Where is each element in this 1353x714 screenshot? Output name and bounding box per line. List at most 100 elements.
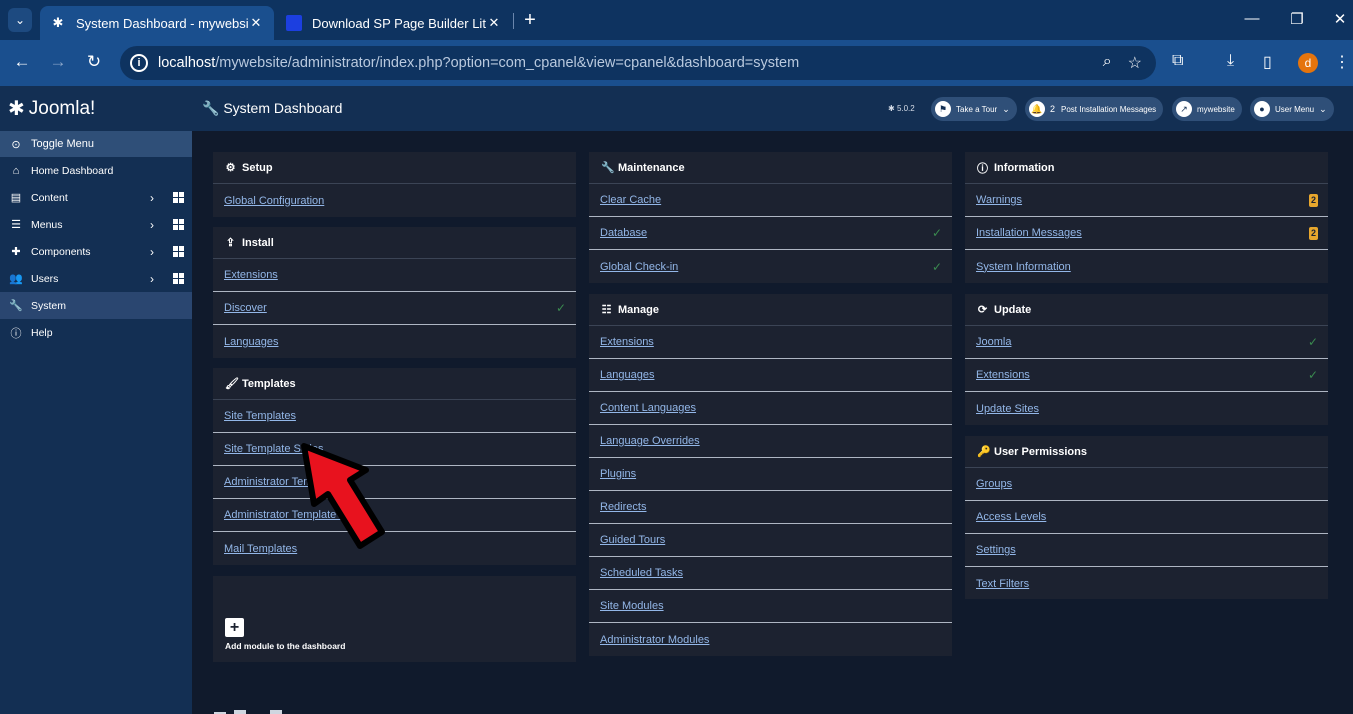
sidebar-item-system[interactable]: 🔧 System bbox=[0, 292, 192, 319]
content-languages-link[interactable]: Content Languages bbox=[600, 402, 696, 414]
sidebar-item-home-dashboard[interactable]: ⌂ Home Dashboard bbox=[0, 157, 192, 184]
module-header: ☷ Manage bbox=[589, 294, 952, 326]
site-modules-link[interactable]: Site Modules bbox=[600, 600, 664, 612]
wrench-icon: 🔧 bbox=[601, 162, 615, 174]
update-joomla-link[interactable]: Joomla bbox=[976, 336, 1011, 348]
sidebar-item-components[interactable]: ✚ Components › bbox=[0, 238, 192, 265]
plugins-link[interactable]: Plugins bbox=[600, 468, 636, 480]
system-information-link[interactable]: System Information bbox=[976, 261, 1071, 273]
mail-templates-link[interactable]: Mail Templates bbox=[224, 543, 297, 555]
sidebar-item-help[interactable]: ⓘ Help bbox=[0, 319, 192, 346]
database-link[interactable]: Database bbox=[600, 227, 647, 239]
dashboard-grid-icon[interactable] bbox=[173, 246, 184, 257]
administrator-modules-link[interactable]: Administrator Modules bbox=[600, 634, 709, 646]
installation-messages-link[interactable]: Installation Messages bbox=[976, 227, 1082, 239]
signpost-icon: ⚑ bbox=[935, 101, 951, 117]
key-icon: 🔑 bbox=[977, 446, 991, 458]
user-menu-button[interactable]: ● User Menu ⌄ bbox=[1250, 97, 1334, 121]
download-icon[interactable]: ⤓ bbox=[1227, 52, 1234, 70]
sidebar-item-content[interactable]: ▤ Content › bbox=[0, 184, 192, 211]
redirects-link[interactable]: Redirects bbox=[600, 501, 646, 513]
browser-tab-inactive[interactable]: Download SP Page Builder Lite ✕ bbox=[276, 6, 512, 40]
clear-cache-link[interactable]: Clear Cache bbox=[600, 194, 661, 206]
close-window-icon[interactable]: ✕ bbox=[1330, 10, 1350, 28]
list-item: Administrator Template Styles bbox=[213, 499, 576, 532]
gear-icon: ⚙ bbox=[225, 162, 236, 174]
extensions-puzzle-icon[interactable]: ⧉ bbox=[1172, 52, 1183, 70]
plus-icon[interactable]: + bbox=[225, 618, 244, 637]
profile-avatar[interactable]: d bbox=[1298, 53, 1318, 73]
chevron-right-icon[interactable]: › bbox=[150, 218, 154, 232]
list-item: Redirects bbox=[589, 491, 952, 524]
update-sites-link[interactable]: Update Sites bbox=[976, 403, 1039, 415]
more-menu-icon[interactable]: ⋮ bbox=[1334, 52, 1350, 72]
tab-title: System Dashboard - mywebsite bbox=[76, 15, 248, 31]
module-header: 🔧 Maintenance bbox=[589, 152, 952, 184]
address-bar[interactable]: i localhost/mywebsite/administrator/inde… bbox=[120, 46, 1156, 80]
forward-icon[interactable]: → bbox=[47, 52, 69, 72]
list-item: Text Filters bbox=[965, 567, 1328, 600]
site-templates-link[interactable]: Site Templates bbox=[224, 410, 296, 422]
add-module-card[interactable]: + Add module to the dashboard bbox=[213, 576, 576, 662]
discover-link[interactable]: Discover bbox=[224, 302, 267, 314]
manage-extensions-link[interactable]: Extensions bbox=[600, 336, 654, 348]
sidebar-item-menus[interactable]: ☰ Menus › bbox=[0, 211, 192, 238]
view-site-button[interactable]: ↗ mywebsite bbox=[1172, 97, 1242, 121]
list-item: Joomla ✓ bbox=[965, 326, 1328, 359]
tab-search-chevron-icon[interactable]: ⌄ bbox=[8, 8, 32, 32]
update-extensions-link[interactable]: Extensions bbox=[976, 369, 1030, 381]
toggle-icon: ⊙ bbox=[11, 138, 21, 151]
url-text[interactable]: localhost/mywebsite/administrator/index.… bbox=[158, 55, 799, 71]
sidebar-item-label: Menus bbox=[31, 218, 63, 231]
list-item: Groups bbox=[965, 468, 1328, 501]
close-tab-icon[interactable]: ✕ bbox=[248, 15, 264, 31]
sidebar-item-users[interactable]: 👥 Users › bbox=[0, 265, 192, 292]
chevron-right-icon[interactable]: › bbox=[150, 245, 154, 259]
scheduled-tasks-link[interactable]: Scheduled Tasks bbox=[600, 567, 683, 579]
language-overrides-link[interactable]: Language Overrides bbox=[600, 435, 700, 447]
dashboard-grid-icon[interactable] bbox=[173, 273, 184, 284]
toggle-menu[interactable]: ⊙ Toggle Menu bbox=[0, 131, 192, 157]
manage-languages-link[interactable]: Languages bbox=[600, 369, 654, 381]
bookmark-star-icon[interactable]: ☆ bbox=[1128, 53, 1142, 73]
reload-icon[interactable]: ↻ bbox=[83, 52, 105, 72]
list-item: Language Overrides bbox=[589, 425, 952, 458]
text-filters-link[interactable]: Text Filters bbox=[976, 578, 1029, 590]
logo-text: Joomla! bbox=[28, 97, 96, 119]
chevron-right-icon[interactable]: › bbox=[150, 191, 154, 205]
list-item: Administrator Templates bbox=[213, 466, 576, 499]
list-item: Content Languages bbox=[589, 392, 952, 425]
post-installation-messages-button[interactable]: 🔔 2 Post Installation Messages bbox=[1025, 97, 1164, 121]
dashboard-grid-icon[interactable] bbox=[173, 192, 184, 203]
info-icon: ⓘ bbox=[977, 162, 988, 175]
install-extensions-link[interactable]: Extensions bbox=[224, 269, 278, 281]
templates-module: 🖌 Templates Site Templates Site Template … bbox=[213, 368, 576, 565]
browser-tab-active[interactable]: ✱ System Dashboard - mywebsite ✕ bbox=[40, 6, 274, 40]
page-title: 🔧 System Dashboard bbox=[202, 100, 343, 116]
site-info-icon[interactable]: i bbox=[130, 54, 148, 72]
guided-tours-link[interactable]: Guided Tours bbox=[600, 534, 665, 546]
global-check-in-link[interactable]: Global Check-in bbox=[600, 261, 678, 273]
maintenance-module: 🔧 Maintenance Clear Cache Database ✓ Globa… bbox=[589, 152, 952, 283]
back-icon[interactable]: ← bbox=[11, 52, 33, 72]
side-panel-icon[interactable]: ▯ bbox=[1263, 52, 1272, 72]
list-item: Settings bbox=[965, 534, 1328, 567]
sidebar-item-label: Components bbox=[31, 245, 91, 258]
access-levels-link[interactable]: Access Levels bbox=[976, 511, 1046, 523]
joomla-logo[interactable]: ✱ Joomla! bbox=[0, 86, 192, 131]
zoom-icon[interactable]: ⌕ bbox=[1103, 53, 1112, 73]
chevron-right-icon[interactable]: › bbox=[150, 272, 154, 286]
take-tour-button[interactable]: ⚑ Take a Tour ⌄ bbox=[931, 97, 1017, 121]
tab-separator bbox=[513, 13, 514, 29]
dashboard-grid-icon[interactable] bbox=[173, 219, 184, 230]
partial-content-edge bbox=[214, 710, 282, 714]
install-languages-link[interactable]: Languages bbox=[224, 336, 278, 348]
settings-link[interactable]: Settings bbox=[976, 544, 1016, 556]
new-tab-icon[interactable]: + bbox=[518, 8, 542, 32]
global-configuration-link[interactable]: Global Configuration bbox=[224, 195, 324, 207]
restore-icon[interactable]: ❐ bbox=[1287, 10, 1307, 28]
groups-link[interactable]: Groups bbox=[976, 478, 1012, 490]
close-tab-icon[interactable]: ✕ bbox=[486, 15, 502, 31]
minimize-icon[interactable]: — bbox=[1242, 10, 1262, 27]
warnings-link[interactable]: Warnings bbox=[976, 194, 1022, 206]
